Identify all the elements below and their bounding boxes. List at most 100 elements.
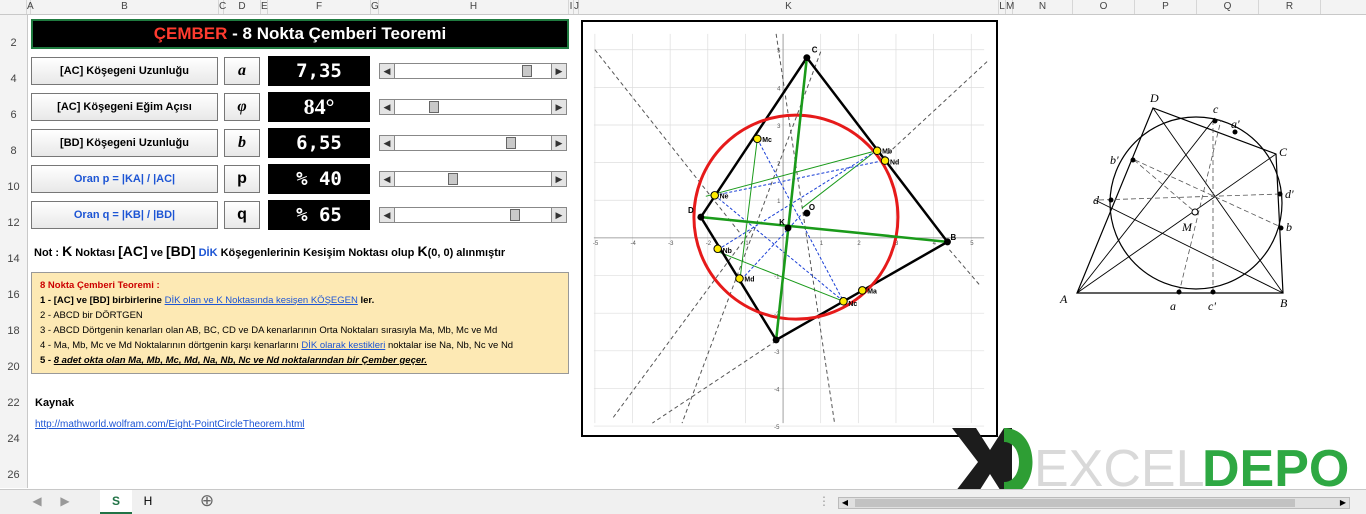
slider-left-arrow-icon[interactable]: ◀ xyxy=(380,136,395,150)
note-dik: DİK xyxy=(195,247,218,259)
row-header[interactable]: 6 xyxy=(0,109,27,121)
green-thin-line xyxy=(705,150,877,197)
info-line-5: 5 - 8 adet okta olan Ma, Mb, Mc, Md, Na,… xyxy=(40,355,427,366)
slider-thumb[interactable] xyxy=(522,65,533,77)
label-nd: Nd xyxy=(890,160,899,167)
slider-right-arrow-icon[interactable]: ▶ xyxy=(551,100,566,114)
slider-thumb[interactable] xyxy=(506,137,516,149)
slider-phi[interactable]: ◀ ▶ xyxy=(379,99,567,115)
column-header-e[interactable]: E xyxy=(261,0,268,14)
row-header[interactable]: 14 xyxy=(0,253,27,265)
green-thin-line xyxy=(738,138,758,284)
dashed-guide-line xyxy=(612,229,752,419)
slider-left-arrow-icon[interactable]: ◀ xyxy=(380,100,395,114)
slider-left-arrow-icon[interactable]: ◀ xyxy=(380,64,395,78)
row-header[interactable]: 26 xyxy=(0,469,27,481)
scroll-right-icon[interactable]: ▶ xyxy=(1337,498,1349,508)
point-ne xyxy=(710,191,719,200)
column-header-f[interactable]: F xyxy=(268,0,371,14)
column-header-h[interactable]: H xyxy=(379,0,569,14)
column-header-l[interactable]: L xyxy=(999,0,1006,14)
title-part1: ÇEMBER xyxy=(153,24,228,43)
label-k: K xyxy=(779,218,785,227)
param-value-a: 7,35 xyxy=(268,56,370,86)
slider-a[interactable]: ◀ ▶ xyxy=(379,63,567,79)
slider-right-arrow-icon[interactable]: ▶ xyxy=(551,208,566,222)
slider-left-arrow-icon[interactable]: ◀ xyxy=(380,172,395,186)
row-header-bar: 2 4 6 8 10 12 14 16 18 20 22 24 26 xyxy=(0,15,28,488)
row-header[interactable]: 24 xyxy=(0,433,27,445)
page-title[interactable]: ÇEMBER - 8 Nokta Çemberi Teoremi xyxy=(31,19,569,49)
scroll-left-icon[interactable]: ◀ xyxy=(839,498,851,508)
diagonal-ac xyxy=(774,57,809,341)
column-header-k[interactable]: K xyxy=(579,0,999,14)
slider-right-arrow-icon[interactable]: ▶ xyxy=(551,136,566,150)
row-header[interactable]: 2 xyxy=(0,37,27,49)
row-header[interactable]: 18 xyxy=(0,325,27,337)
point-md xyxy=(735,274,744,283)
column-header-q[interactable]: Q xyxy=(1197,0,1259,14)
ref-label-c-prime: c' xyxy=(1208,299,1216,313)
label-mc: Mc xyxy=(762,137,772,144)
slider-thumb[interactable] xyxy=(429,101,440,113)
row-header[interactable]: 8 xyxy=(0,145,27,157)
column-header-p[interactable]: P xyxy=(1135,0,1197,14)
row-header[interactable]: 12 xyxy=(0,217,27,229)
slider-thumb[interactable] xyxy=(448,173,459,185)
column-header-r[interactable]: R xyxy=(1259,0,1321,14)
info-line-4: 4 - Ma, Mb, Mc ve Md Noktalarının dörtge… xyxy=(40,340,514,351)
ref-label-a-prime: a' xyxy=(1231,117,1240,131)
column-header-o[interactable]: O xyxy=(1073,0,1135,14)
ref-label-d: D xyxy=(1149,91,1159,105)
tab-scroll-right-icon[interactable]: ▶ xyxy=(58,490,72,512)
slider-right-arrow-icon[interactable]: ▶ xyxy=(551,172,566,186)
point-mb xyxy=(872,146,882,156)
ref-label-a-lower: a xyxy=(1170,299,1176,313)
slider-thumb[interactable] xyxy=(510,209,521,221)
column-header-n[interactable]: N xyxy=(1013,0,1073,14)
row-header[interactable]: 22 xyxy=(0,397,27,409)
info-link-dik[interactable]: DİK olan ve K Noktasında kesişen KÖŞEGEN xyxy=(165,295,358,306)
dashed-guide-line xyxy=(594,49,742,236)
param-label-bd-length: [BD] Köşegeni Uzunluğu xyxy=(31,129,218,157)
row-header[interactable]: 10 xyxy=(0,181,27,193)
label-nc: Nc xyxy=(848,301,857,308)
tab-s[interactable]: S xyxy=(100,490,132,514)
add-sheet-icon[interactable]: ⊕ xyxy=(196,490,218,512)
green-thin-line xyxy=(801,150,877,209)
column-header-g[interactable]: G xyxy=(371,0,379,14)
select-all-corner[interactable] xyxy=(0,0,27,14)
point-k xyxy=(784,224,792,232)
column-header-m[interactable]: M xyxy=(1006,0,1014,14)
point-mc xyxy=(753,134,762,144)
x-tick-label: 2 xyxy=(857,241,860,247)
param-value-p: % 40 xyxy=(268,164,370,194)
x-tick-label: -4 xyxy=(631,241,637,247)
label-c: C xyxy=(812,46,818,55)
note-part: (0, 0) alınmıştır xyxy=(427,247,506,259)
tab-scroll-left-icon[interactable]: ◀ xyxy=(30,490,44,512)
ref-label-m: M xyxy=(1181,220,1193,234)
tab-splitter[interactable]: ⋮ xyxy=(818,490,830,512)
tab-h[interactable]: H xyxy=(134,490,162,512)
info-link-dik-kestikleri[interactable]: DİK olarak kestikleri xyxy=(301,340,385,351)
theorem-info-box: 8 Nokta Çemberi Teoremi : 1 - [AC] ve [B… xyxy=(31,272,569,374)
row-header[interactable]: 20 xyxy=(0,361,27,373)
slider-p[interactable]: ◀ ▶ xyxy=(379,171,567,187)
horizontal-scrollbar[interactable]: ◀ ▶ xyxy=(838,497,1350,509)
slider-q[interactable]: ◀ ▶ xyxy=(379,207,567,223)
source-link[interactable]: http://mathworld.wolfram.com/Eight-Point… xyxy=(35,419,305,430)
column-header-b[interactable]: B xyxy=(31,0,219,14)
column-header-d[interactable]: D xyxy=(224,0,261,14)
ref-label-d-prime: d' xyxy=(1285,187,1294,201)
info-line-3: 3 - ABCD Dörtgenin kenarları olan AB, BC… xyxy=(40,325,498,336)
slider-right-arrow-icon[interactable]: ▶ xyxy=(551,64,566,78)
row-header[interactable]: 4 xyxy=(0,73,27,85)
row-header[interactable]: 16 xyxy=(0,289,27,301)
param-label-ac-length: [AC] Köşegeni Uzunluğu xyxy=(31,57,218,85)
scroll-thumb[interactable] xyxy=(855,499,1295,507)
param-symbol-b: b xyxy=(224,129,260,157)
dashed-guide-line xyxy=(949,249,980,285)
slider-left-arrow-icon[interactable]: ◀ xyxy=(380,208,395,222)
slider-b[interactable]: ◀ ▶ xyxy=(379,135,567,151)
